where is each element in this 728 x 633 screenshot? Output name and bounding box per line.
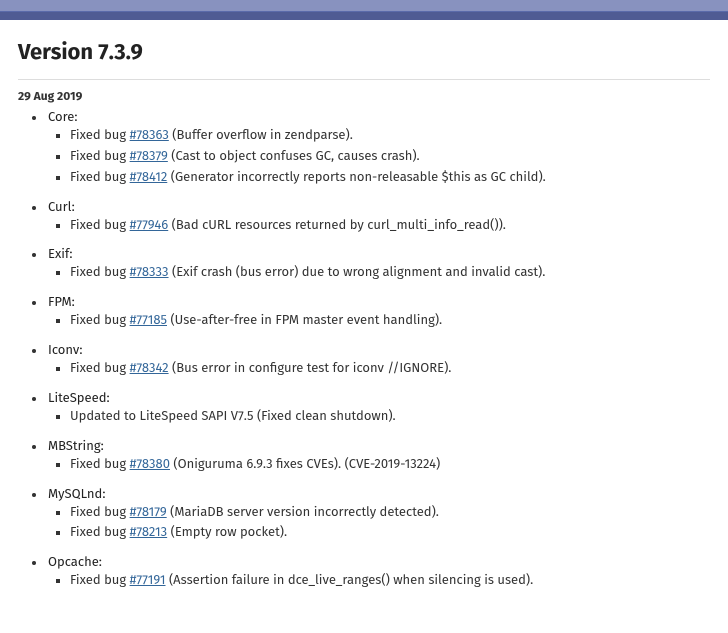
module-item: Iconv: Fixed bug #78342 (Bus error in con… xyxy=(46,343,710,379)
fixed-bug-prefix: Fixed bug xyxy=(70,361,130,376)
version-heading: Version 7.3.9 xyxy=(18,38,710,65)
fixed-bug-prefix: Fixed bug xyxy=(70,573,130,588)
bug-link[interactable]: #78363 xyxy=(130,128,169,143)
change-item: Fixed bug #78333 (Exif crash (bus error)… xyxy=(70,264,710,283)
module-name: Iconv: xyxy=(48,343,82,358)
bug-link[interactable]: #78342 xyxy=(130,361,169,376)
bug-link[interactable]: #78380 xyxy=(130,457,170,472)
nav-band xyxy=(0,12,728,20)
change-description: (Cast to object confuses GC, causes cras… xyxy=(168,149,420,164)
top-band xyxy=(0,0,728,12)
change-item: Fixed bug #77191 (Assertion failure in d… xyxy=(70,572,710,591)
content-area: Version 7.3.9 29 Aug 2019 Core: Fixed bug… xyxy=(0,20,728,633)
change-description: (Bad cURL resources returned by curl_mul… xyxy=(168,218,506,233)
fixed-bug-prefix: Fixed bug xyxy=(70,128,130,143)
fixed-bug-prefix: Fixed bug xyxy=(70,265,130,280)
change-item: Fixed bug #77185 (Use-after-free in FPM … xyxy=(70,312,710,331)
divider xyxy=(18,79,710,80)
module-name: FPM: xyxy=(48,295,75,310)
bug-link[interactable]: #78379 xyxy=(130,149,168,164)
fixed-bug-prefix: Fixed bug xyxy=(70,505,130,520)
change-description: (Generator incorrectly reports non-relea… xyxy=(167,170,546,185)
change-description: (Bus error in configure test for iconv /… xyxy=(169,361,452,376)
bug-link[interactable]: #77191 xyxy=(130,573,166,588)
fixed-bug-prefix: Fixed bug xyxy=(70,525,130,540)
change-description: (Use-after-free in FPM master event hand… xyxy=(167,313,442,328)
module-changes: Updated to LiteSpeed SAPI V7.5 (Fixed cl… xyxy=(48,408,710,427)
module-changes: Fixed bug #77946 (Bad cURL resources ret… xyxy=(48,217,710,236)
change-item: Updated to LiteSpeed SAPI V7.5 (Fixed cl… xyxy=(70,408,710,427)
fixed-bug-prefix: Fixed bug xyxy=(70,457,130,472)
module-name: MySQLnd: xyxy=(48,487,105,502)
fixed-bug-prefix: Fixed bug xyxy=(70,218,130,233)
change-description: Updated to LiteSpeed SAPI V7.5 (Fixed cl… xyxy=(70,409,396,424)
change-description: (Assertion failure in dce_live_ranges() … xyxy=(166,573,534,588)
bug-link[interactable]: #78213 xyxy=(130,525,168,540)
bug-link[interactable]: #78333 xyxy=(130,265,169,280)
module-item: LiteSpeed: Updated to LiteSpeed SAPI V7.5… xyxy=(46,391,710,427)
module-name: MBString: xyxy=(48,439,104,454)
module-item: FPM: Fixed bug #77185 (Use-after-free in … xyxy=(46,295,710,331)
module-name: Curl: xyxy=(48,200,75,215)
modules-list: Core: Fixed bug #78363 (Buffer overflow i… xyxy=(24,110,710,591)
module-name: Core: xyxy=(48,110,77,125)
module-changes: Fixed bug #78363 (Buffer overflow in zen… xyxy=(48,127,710,188)
change-description: (Exif crash (bus error) due to wrong ali… xyxy=(169,265,546,280)
bug-link[interactable]: #78179 xyxy=(130,505,167,520)
bug-link[interactable]: #78412 xyxy=(130,170,168,185)
change-item: Fixed bug #78213 (Empty row pocket). xyxy=(70,524,710,543)
module-changes: Fixed bug #78342 (Bus error in configure… xyxy=(48,360,710,379)
change-item: Fixed bug #78380 (Oniguruma 6.9.3 fixes … xyxy=(70,456,710,475)
module-changes: Fixed bug #78333 (Exif crash (bus error)… xyxy=(48,264,710,283)
module-item: Curl: Fixed bug #77946 (Bad cURL resource… xyxy=(46,200,710,236)
fixed-bug-prefix: Fixed bug xyxy=(70,313,130,328)
fixed-bug-prefix: Fixed bug xyxy=(70,149,130,164)
change-item: Fixed bug #78342 (Bus error in configure… xyxy=(70,360,710,379)
change-description: (Oniguruma 6.9.3 fixes CVEs). (CVE-2019-… xyxy=(170,457,440,472)
change-item: Fixed bug #78412 (Generator incorrectly … xyxy=(70,169,710,188)
module-item: MBString: Fixed bug #78380 (Oniguruma 6.9… xyxy=(46,439,710,475)
change-description: (MariaDB server version incorrectly dete… xyxy=(167,505,439,520)
module-name: LiteSpeed: xyxy=(48,391,110,406)
module-item: MySQLnd: Fixed bug #78179 (MariaDB server… xyxy=(46,487,710,544)
change-item: Fixed bug #78379 (Cast to object confuse… xyxy=(70,148,710,167)
change-item: Fixed bug #78179 (MariaDB server version… xyxy=(70,504,710,523)
change-item: Fixed bug #77946 (Bad cURL resources ret… xyxy=(70,217,710,236)
module-changes: Fixed bug #78380 (Oniguruma 6.9.3 fixes … xyxy=(48,456,710,475)
module-changes: Fixed bug #78179 (MariaDB server version… xyxy=(48,504,710,544)
bug-link[interactable]: #77185 xyxy=(130,313,167,328)
module-changes: Fixed bug #77191 (Assertion failure in d… xyxy=(48,572,710,591)
module-item: Exif: Fixed bug #78333 (Exif crash (bus e… xyxy=(46,247,710,283)
module-name: Opcache: xyxy=(48,555,102,570)
module-name: Exif: xyxy=(48,247,72,262)
module-item: Opcache: Fixed bug #77191 (Assertion fail… xyxy=(46,555,710,591)
change-description: (Buffer overflow in zendparse). xyxy=(169,128,353,143)
change-item: Fixed bug #78363 (Buffer overflow in zen… xyxy=(70,127,710,146)
fixed-bug-prefix: Fixed bug xyxy=(70,170,130,185)
module-changes: Fixed bug #77185 (Use-after-free in FPM … xyxy=(48,312,710,331)
bug-link[interactable]: #77946 xyxy=(130,218,169,233)
module-item: Core: Fixed bug #78363 (Buffer overflow i… xyxy=(46,110,710,188)
change-description: (Empty row pocket). xyxy=(167,525,287,540)
release-date: 29 Aug 2019 xyxy=(18,90,710,104)
